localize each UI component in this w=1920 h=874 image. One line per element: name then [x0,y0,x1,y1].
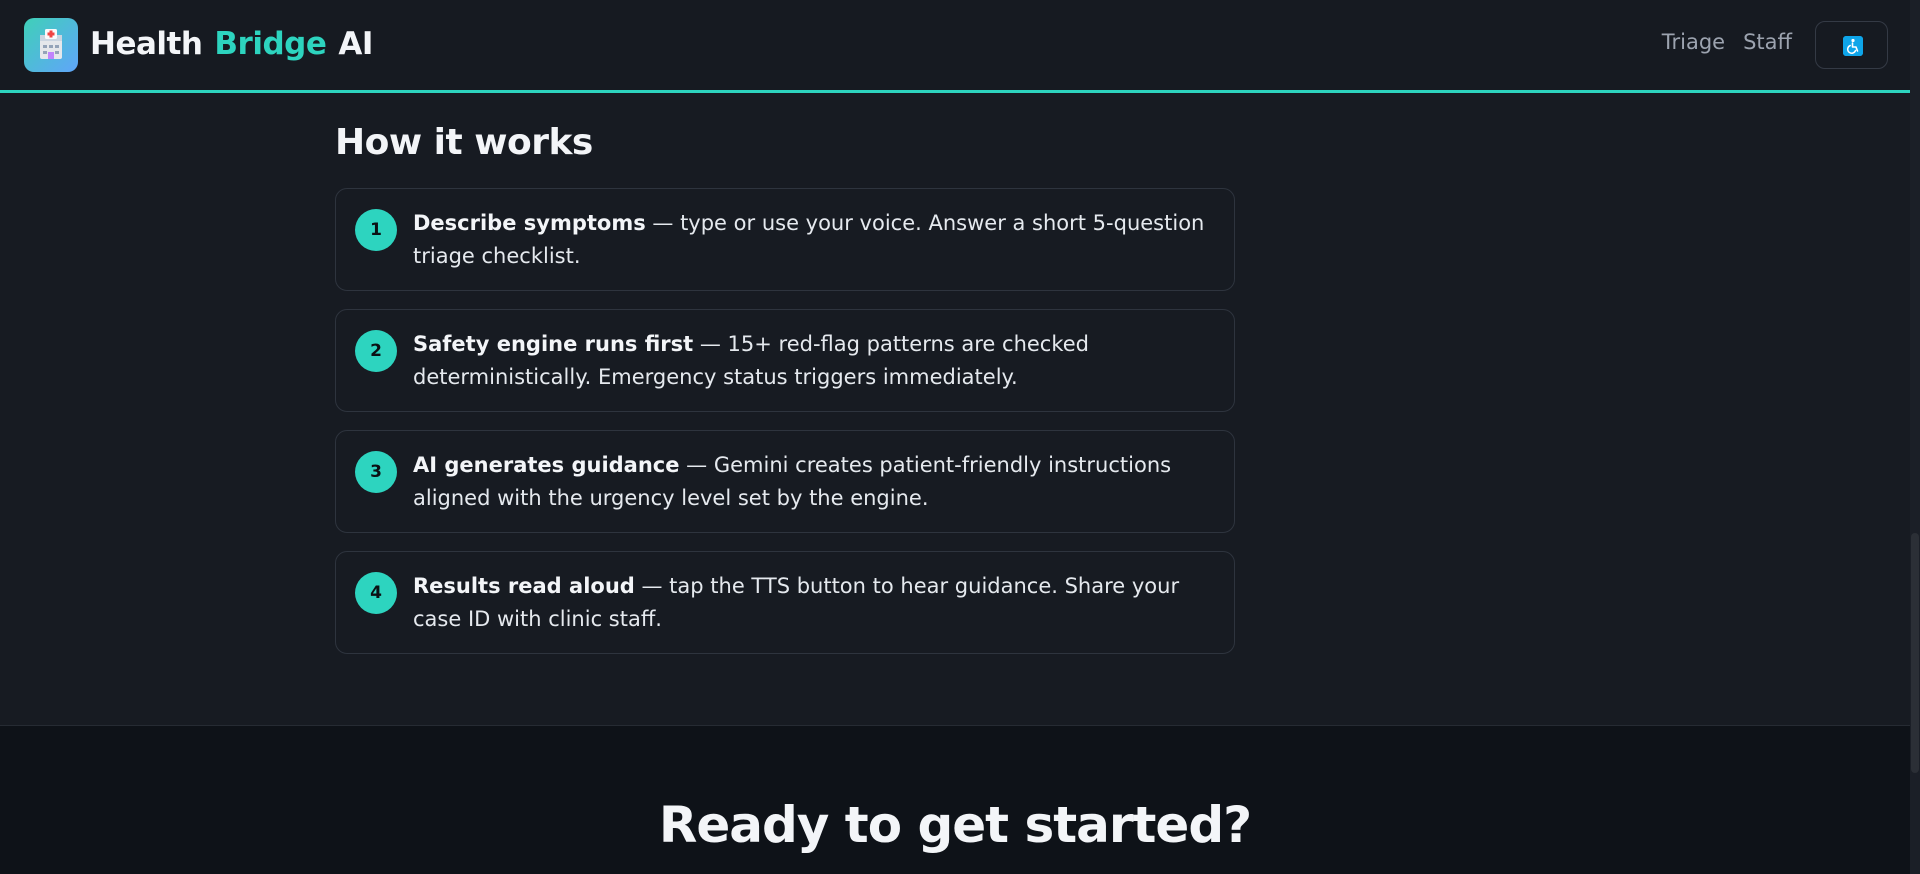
step-card-2: 2 Safety engine runs first — 15+ red-fla… [335,309,1235,412]
step-heading: Describe symptoms [413,211,646,235]
logo[interactable] [24,18,78,72]
accessibility-button[interactable] [1815,21,1888,69]
step-number-badge: 4 [355,572,397,614]
brand-name[interactable]: Health Bridge AI [90,22,373,66]
app-header: Health Bridge AI Triage Staff [0,0,1910,93]
step-number-badge: 1 [355,209,397,251]
step-card-1: 1 Describe symptoms — type or use your v… [335,188,1235,291]
wheelchair-icon [1843,36,1863,56]
step-heading: AI generates guidance [413,453,680,477]
hospital-icon [40,29,62,59]
brand-word-ai: AI [338,26,373,62]
step-heading: Safety engine runs first [413,332,694,356]
step-text: AI generates guidance — Gemini creates p… [413,449,1223,515]
step-text: Results read aloud — tap the TTS button … [413,570,1223,636]
brand-word-health: Health [90,26,203,62]
scrollbar-thumb[interactable] [1911,533,1919,773]
brand-word-bridge: Bridge [214,26,327,62]
section-title: How it works [335,122,593,163]
step-text: Safety engine runs first — 15+ red-flag … [413,328,1223,394]
step-card-3: 3 AI generates guidance — Gemini creates… [335,430,1235,533]
nav-link-triage[interactable]: Triage [1662,30,1725,54]
nav-link-staff[interactable]: Staff [1743,30,1792,54]
step-heading: Results read aloud [413,574,635,598]
step-text: Describe symptoms — type or use your voi… [413,207,1223,273]
cta-title: Ready to get started? [658,796,1252,854]
step-card-4: 4 Results read aloud — tap the TTS butto… [335,551,1235,654]
top-nav: Triage Staff [1662,30,1792,54]
step-number-badge: 2 [355,330,397,372]
step-number-badge: 3 [355,451,397,493]
cta-section: Ready to get started? [0,725,1910,874]
